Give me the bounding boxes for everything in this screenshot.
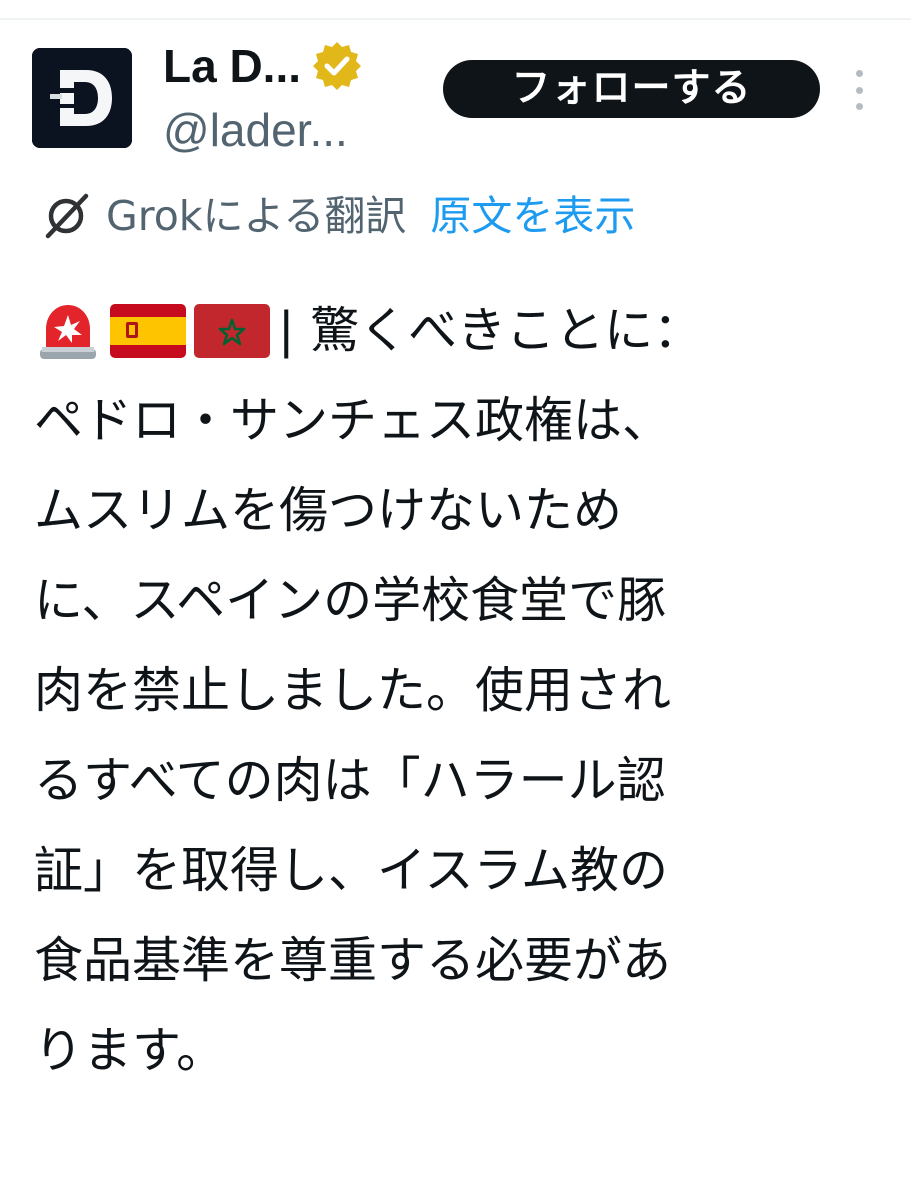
translation-label: Grokによる翻訳 [106, 192, 407, 240]
spain-flag-emoji [110, 304, 186, 358]
tweet-line-9: ります。 [34, 1022, 226, 1079]
more-vertical-icon[interactable] [846, 70, 872, 110]
tweet-line-1: | 驚くべきことに： [34, 286, 894, 376]
verified-badge-icon[interactable] [311, 40, 363, 92]
tweet-line-8: 食品基準を尊重する必要があ [34, 932, 672, 989]
translation-row: Grokによる翻訳 原文を表示 [40, 184, 635, 248]
tweet-line-7: 証」を取得し、イスラム教の [34, 842, 669, 899]
show-original-link[interactable]: 原文を表示 [430, 184, 635, 248]
author-handle[interactable]: @lader... [163, 100, 348, 160]
tweet-line-3: ムスリムを傷つけないため [34, 482, 623, 539]
follow-button[interactable]: フォローする [443, 60, 820, 118]
morocco-flag-emoji [194, 304, 270, 358]
tweet-line-6: るすべての肉は「ハラール認 [34, 752, 666, 809]
avatar-logo-icon [32, 48, 132, 148]
rotating-light-emoji [34, 297, 102, 365]
display-name[interactable]: La D... [163, 36, 301, 96]
tweet-line-4: に、スペインの学校食堂で豚 [34, 572, 667, 629]
display-name-row: La D... [163, 36, 363, 96]
tweet-line-5: 肉を禁止しました。使用され [34, 662, 672, 719]
top-divider [0, 18, 911, 20]
avatar[interactable] [32, 48, 132, 148]
tweet-text: | 驚くべきことに： ペドロ・サンチェス政権は、 ムスリムを傷つけないため に、… [34, 286, 894, 1096]
tweet-line-text-1: | 驚くべきことに： [278, 302, 703, 359]
grok-icon [45, 193, 89, 239]
tweet-line-2: ペドロ・サンチェス政権は、 [34, 392, 672, 449]
